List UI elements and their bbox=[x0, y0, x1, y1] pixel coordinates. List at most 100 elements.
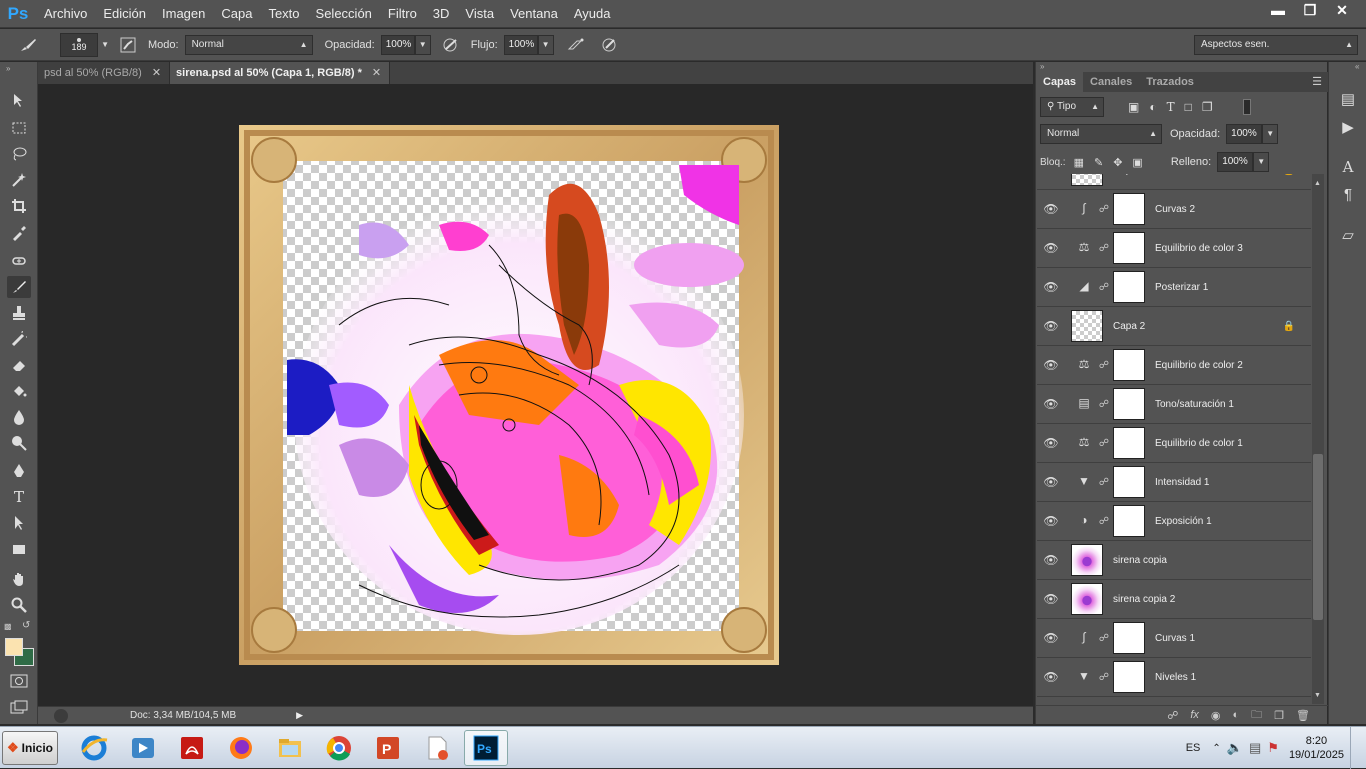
layer-mask-thumbnail[interactable] bbox=[1113, 505, 1145, 537]
collapse-icon[interactable]: » bbox=[1040, 62, 1044, 71]
menu-texto[interactable]: Texto bbox=[260, 0, 307, 28]
visibility-eye-icon[interactable]: 👁 bbox=[1037, 436, 1065, 450]
marquee-tool-icon[interactable] bbox=[7, 117, 31, 139]
volume-icon[interactable]: 🔈 bbox=[1227, 740, 1243, 756]
quick-mask-icon[interactable] bbox=[10, 674, 28, 691]
layer-thumbnail[interactable] bbox=[1071, 310, 1103, 342]
firefox-icon[interactable] bbox=[219, 730, 263, 766]
layer-mask-thumbnail[interactable] bbox=[1113, 427, 1145, 459]
layer-row[interactable]: 👁 ◑ ☍ Exposición 1 bbox=[1037, 502, 1311, 541]
history-brush-tool-icon[interactable] bbox=[7, 328, 31, 350]
balance-icon[interactable]: ⚖ bbox=[1073, 435, 1095, 451]
lock-pixels-icon[interactable]: ✎ bbox=[1094, 156, 1103, 169]
foreground-color-swatch[interactable] bbox=[5, 638, 23, 656]
layer-mask-thumbnail[interactable] bbox=[1113, 466, 1145, 498]
filter-adjustment-icon[interactable]: ◐ bbox=[1149, 100, 1156, 114]
brush-panel-toggle-icon[interactable] bbox=[116, 33, 140, 57]
restore-icon[interactable]: ❐ bbox=[1294, 0, 1326, 20]
new-layer-icon[interactable]: ❐ bbox=[1274, 709, 1284, 722]
start-button[interactable]: ❖ Inicio bbox=[2, 730, 58, 765]
zoom-indicator-icon[interactable] bbox=[54, 708, 68, 723]
layer-name[interactable]: Curvas 1 bbox=[1155, 633, 1195, 644]
media-icon[interactable] bbox=[121, 730, 165, 766]
visibility-eye-icon[interactable]: 👁 bbox=[1037, 553, 1065, 567]
layer-name[interactable]: Equilibrio de color 1 bbox=[1155, 438, 1243, 449]
close-icon[interactable]: ✕ bbox=[372, 62, 381, 84]
tab-document-sirena[interactable]: sirena.psd al 50% (Capa 1, RGB/8) * ✕ bbox=[170, 62, 391, 84]
visibility-eye-icon[interactable]: 👁 bbox=[1037, 475, 1065, 489]
filter-pixel-icon[interactable]: ▣ bbox=[1128, 100, 1139, 114]
blur-tool-icon[interactable] bbox=[7, 406, 31, 428]
layer-name[interactable]: Intensidad 1 bbox=[1155, 477, 1210, 488]
link-icon[interactable]: ☍ bbox=[1095, 477, 1113, 488]
link-icon[interactable]: ☍ bbox=[1095, 633, 1113, 644]
filter-type-icon[interactable]: T bbox=[1167, 100, 1175, 114]
trash-icon[interactable]: 🗑 bbox=[1296, 709, 1310, 722]
link-icon[interactable]: ☍ bbox=[1095, 282, 1113, 293]
ie-icon[interactable] bbox=[72, 730, 116, 766]
link-icon[interactable]: ☍ bbox=[1095, 399, 1113, 410]
brush-tool-icon[interactable] bbox=[7, 276, 31, 298]
layer-row[interactable]: 👁 ⚖ ☍ Equilibrio de color 1 bbox=[1037, 424, 1311, 463]
layer-row[interactable]: 👁 ∫ ☍ Curvas 2 bbox=[1037, 190, 1311, 229]
menu-filtro[interactable]: Filtro bbox=[380, 0, 425, 28]
eyedropper-tool-icon[interactable] bbox=[7, 222, 31, 244]
visibility-eye-icon[interactable]: 👁 bbox=[1037, 202, 1065, 216]
layer-name[interactable]: Tono/saturación 1 bbox=[1155, 399, 1234, 410]
type-tool-icon[interactable]: T bbox=[7, 486, 31, 508]
swap-colors-icon[interactable]: ↺ bbox=[22, 620, 30, 631]
new-group-icon[interactable]: 🗀 bbox=[1251, 706, 1262, 725]
magic-wand-tool-icon[interactable] bbox=[7, 169, 31, 191]
tab-document-1[interactable]: psd al 50% (RGB/8) ✕ bbox=[38, 62, 171, 84]
spot-healing-tool-icon[interactable] bbox=[7, 250, 31, 272]
actions-panel-icon[interactable]: ▶ bbox=[1338, 118, 1358, 138]
curves-icon[interactable]: ∫ bbox=[1073, 630, 1095, 646]
layer-name[interactable]: Curvas 2 bbox=[1155, 204, 1195, 215]
scroll-up-icon[interactable]: ▲ bbox=[1314, 180, 1321, 187]
paint-bucket-tool-icon[interactable] bbox=[7, 380, 31, 402]
menu-imagen[interactable]: Imagen bbox=[154, 0, 213, 28]
visibility-eye-icon[interactable]: 👁 bbox=[1037, 358, 1065, 372]
eraser-tool-icon[interactable] bbox=[7, 354, 31, 376]
visibility-eye-icon[interactable]: 👁 bbox=[1037, 280, 1065, 294]
layer-mask-thumbnail[interactable] bbox=[1113, 388, 1145, 420]
layer-name[interactable]: sirena copia 2 bbox=[1113, 594, 1175, 605]
powerpoint-icon[interactable]: P bbox=[366, 730, 410, 766]
dodge-tool-icon[interactable] bbox=[7, 432, 31, 454]
menu-ventana[interactable]: Ventana bbox=[502, 0, 566, 28]
tab-trazados[interactable]: Trazados bbox=[1139, 72, 1201, 92]
canvas-area[interactable] bbox=[38, 84, 1033, 706]
layer-name[interactable]: Capa 2 bbox=[1113, 321, 1145, 332]
lock-transparent-icon[interactable]: ▦ bbox=[1074, 156, 1084, 169]
layer-row[interactable]: Capa 4 🔒 bbox=[1037, 174, 1311, 190]
language-indicator[interactable]: ES bbox=[1186, 742, 1201, 754]
layer-opacity-field[interactable]: 100% bbox=[1226, 124, 1263, 144]
workspace-dropdown[interactable]: Aspectos esen. ▲ bbox=[1194, 35, 1358, 55]
balance-icon[interactable]: ⚖ bbox=[1073, 357, 1095, 373]
layer-thumbnail[interactable] bbox=[1071, 583, 1103, 615]
layer-row[interactable]: 👁 ◢ ☍ Posterizar 1 bbox=[1037, 268, 1311, 307]
layer-mask-thumbnail[interactable] bbox=[1113, 622, 1145, 654]
network-icon[interactable]: ▤ bbox=[1249, 740, 1261, 756]
link-icon[interactable]: ☍ bbox=[1095, 516, 1113, 527]
layer-row[interactable]: 👁 ▼ ☍ Intensidad 1 bbox=[1037, 463, 1311, 502]
fill-field[interactable]: 100% bbox=[1217, 152, 1254, 172]
rectangle-tool-icon[interactable] bbox=[7, 538, 31, 560]
history-panel-icon[interactable]: ▤ bbox=[1338, 90, 1358, 110]
vibrance-icon[interactable]: ▼ bbox=[1073, 474, 1095, 490]
menu-capa[interactable]: Capa bbox=[213, 0, 260, 28]
layer-mask-thumbnail[interactable] bbox=[1113, 271, 1145, 303]
pressure-opacity-icon[interactable] bbox=[439, 33, 463, 57]
layer-row[interactable]: 👁 Capa 2 🔒 bbox=[1037, 307, 1311, 346]
exposure-icon[interactable]: ◑ bbox=[1073, 513, 1095, 529]
scroll-thumb[interactable] bbox=[1313, 454, 1323, 620]
menu-seleccion[interactable]: Selección bbox=[308, 0, 380, 28]
layer-row[interactable]: 👁 ▼ ☍ Niveles 1 bbox=[1037, 658, 1311, 697]
link-layers-icon[interactable]: ☍ bbox=[1167, 709, 1178, 722]
photoshop-icon[interactable]: Ps bbox=[464, 729, 508, 766]
layers-scrollbar[interactable]: ▲ ▼ bbox=[1312, 174, 1324, 704]
action-center-icon[interactable]: ⚑ bbox=[1267, 740, 1279, 756]
show-desktop-button[interactable] bbox=[1350, 727, 1366, 769]
layer-row[interactable]: 👁 ∫ ☍ Curvas 1 bbox=[1037, 619, 1311, 658]
brush-size-picker[interactable]: 189 ▼ bbox=[60, 32, 109, 57]
